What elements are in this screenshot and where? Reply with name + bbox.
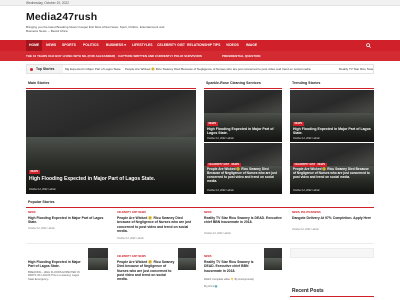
main-story-title[interactable]: High Flooding Expected in Major Part of … [29, 176, 194, 182]
sidebar-widget [290, 248, 374, 258]
popular-card-title[interactable]: People Are Wicked 😢 Ricu Swaney Died bec… [117, 216, 195, 233]
trending-top-tag[interactable]: NEWS [293, 122, 304, 126]
lower-right-excerpt: Watch Complete video 👇 By Anonymously [204, 278, 254, 281]
trending-bottom-title[interactable]: People Are Wicked 😢 Ricu Swaney Died Bec… [293, 167, 372, 180]
nav-item-sports[interactable]: SPORTS [62, 40, 76, 51]
sparkle-top-title[interactable]: High Flooding Expected in Major Part of … [207, 127, 279, 136]
ticker-headline[interactable]: Mg Expected in Major Part of Lagos State… [65, 65, 121, 73]
lower-right-thumbnail[interactable] [264, 248, 282, 270]
subnav-item-presidential-question[interactable]: PRESIDENTIAL QUESTION [222, 51, 260, 61]
trending-bottom-card[interactable]: CELEBRITY GIST NEWS People Are Wicked 😢 … [290, 143, 374, 194]
secondary-nav: THE 10 YEARS OLD BOY LIVING WITH NIL (FO… [0, 51, 400, 61]
site-tagline: Bringing you the latest Breaking News/ G… [26, 25, 165, 33]
nav-item-politics[interactable]: POLITICS [83, 40, 99, 51]
main-story-card[interactable]: NEWS High Flooding Expected in Major Par… [26, 90, 196, 194]
popular-stories-heading: Popular Stories [28, 200, 55, 204]
recent-posts-heading: Recent Posts [292, 288, 324, 294]
top-stories-ticker: Top Stories Mg Expected in Major Part of… [26, 64, 374, 74]
lower-left-title[interactable]: High Flooding Expected in Major Part of … [28, 260, 82, 269]
nav-item-celebrity-gist[interactable]: CELEBRITY GIST [157, 40, 185, 51]
ticker-headline[interactable]: Reality TV Star Ricu Swaney is DEAD. [339, 65, 373, 73]
top-bar: Wednesday, October 19, 2022 [0, 0, 400, 6]
sparkle-divider [204, 88, 282, 89]
ticker-headline[interactable]: People Are Wicked 😢 Ricu Swaney Died Bec… [125, 65, 311, 73]
popular-card-title[interactable]: High Flooding Expected in Major Part of … [28, 216, 108, 225]
popular-card-meta: October 12, 2022 / admin [292, 228, 319, 231]
lower-mid-thumbnail[interactable] [178, 248, 196, 270]
subnav-item-boy-story[interactable]: THE 10 YEARS OLD BOY LIVING WITH NIL (FO… [26, 51, 115, 61]
popular-card-meta: October 12, 2022 / admin [204, 232, 231, 235]
sparkle-bottom-card[interactable]: CELEBRITY GIST NEWS People Are Wicked 😢 … [204, 143, 282, 194]
main-story-tag[interactable]: NEWS [29, 170, 40, 174]
main-stories-divider [26, 88, 196, 89]
popular-card-meta: October 12, 2022 / admin [117, 237, 144, 240]
popular-card-title[interactable]: Reality TV Star Ricu Swaney is DEAD. Exe… [204, 216, 284, 225]
trending-divider [290, 88, 374, 89]
nav-item-business[interactable]: BUSINESS ▾ [106, 40, 126, 51]
nav-item-news[interactable]: NEWS [46, 40, 56, 51]
popular-card-category[interactable]: NEWS [204, 211, 212, 214]
subnav-item-polio-survivors[interactable]: CAPTURE WRITTEN AND CURRENTLY POLIO SURV… [118, 51, 202, 61]
sparkle-bottom-title[interactable]: People Are Wicked 😢 Ricu Swaney Died Bec… [207, 167, 280, 184]
sparkle-heading: Sparkle-Rose Cleaning Services [206, 81, 261, 85]
recent-posts-divider [290, 296, 374, 297]
lower-left-thumbnail[interactable] [88, 248, 108, 270]
trending-top-title[interactable]: High Flooding Expected in Major Part of … [293, 127, 371, 136]
current-date: Wednesday, October 19, 2022 [26, 1, 69, 5]
site-title[interactable]: Media247rush [26, 11, 97, 23]
trending-bottom-meta: October 12, 2022 / admin [293, 189, 320, 192]
nav-item-relationship-tips[interactable]: RELATIONSHIP TIPS [187, 40, 220, 51]
lower-mid-title[interactable]: People Are Wicked 😢 Ricu Swaney Died bec… [117, 260, 175, 281]
sparkle-bottom-meta: October 12, 2022 / admin [207, 189, 234, 192]
popular-card-category[interactable]: NEWS [28, 211, 36, 214]
popular-card-title[interactable]: Dangote Delivery At 97% Completion. Appl… [292, 216, 374, 220]
main-story-meta: October 12, 2022 / admin [29, 188, 56, 191]
search-icon[interactable] [366, 43, 371, 48]
lower-right-meta: Big Africa 🌍 [204, 285, 218, 288]
sparkle-top-card[interactable]: NEWS High Flooding Expected in Major Par… [204, 90, 282, 142]
trending-top-meta: October 12, 2022 / admin [293, 137, 320, 140]
main-stories-heading: Main Stories [28, 81, 50, 85]
popular-stories-divider [26, 207, 374, 208]
lower-right-category[interactable]: NEWS [204, 255, 212, 258]
sparkle-top-meta: October 12, 2022 / admin [207, 137, 234, 140]
main-nav: HOME NEWS SPORTS POLITICS BUSINESS ▾ LIF… [0, 40, 400, 51]
popular-card-category[interactable]: NEWS, POLITICS/NEWS [292, 211, 321, 214]
nav-item-lifestyles[interactable]: LIFESTYLES [132, 40, 153, 51]
popular-card-meta: October 12, 2022 / admin [28, 227, 55, 230]
nav-item-videos[interactable]: VIDEOS [226, 40, 239, 51]
popular-card-category[interactable]: CELEBRITY GIST NEWS [117, 211, 146, 214]
live-dot-icon [30, 67, 33, 71]
lower-mid-category[interactable]: CELEBRITY GIST NEWS [117, 255, 146, 258]
lower-left-excerpt: BREAKING - HIGH FLOODS EXPECTED IN PARTS… [28, 271, 80, 281]
ticker-label: Top Stories [27, 65, 63, 73]
sparkle-top-tag[interactable]: NEWS [207, 122, 218, 126]
trending-top-card[interactable]: NEWS High Flooding Expected in Major Par… [290, 90, 374, 142]
trending-heading: Trending Stories [292, 81, 321, 85]
nav-item-home[interactable]: HOME [26, 40, 43, 51]
lower-right-title[interactable]: Reality TV Star Ricu Swaney is DEAD. Exe… [204, 260, 262, 273]
nav-item-image[interactable]: IMAGE [246, 40, 257, 51]
